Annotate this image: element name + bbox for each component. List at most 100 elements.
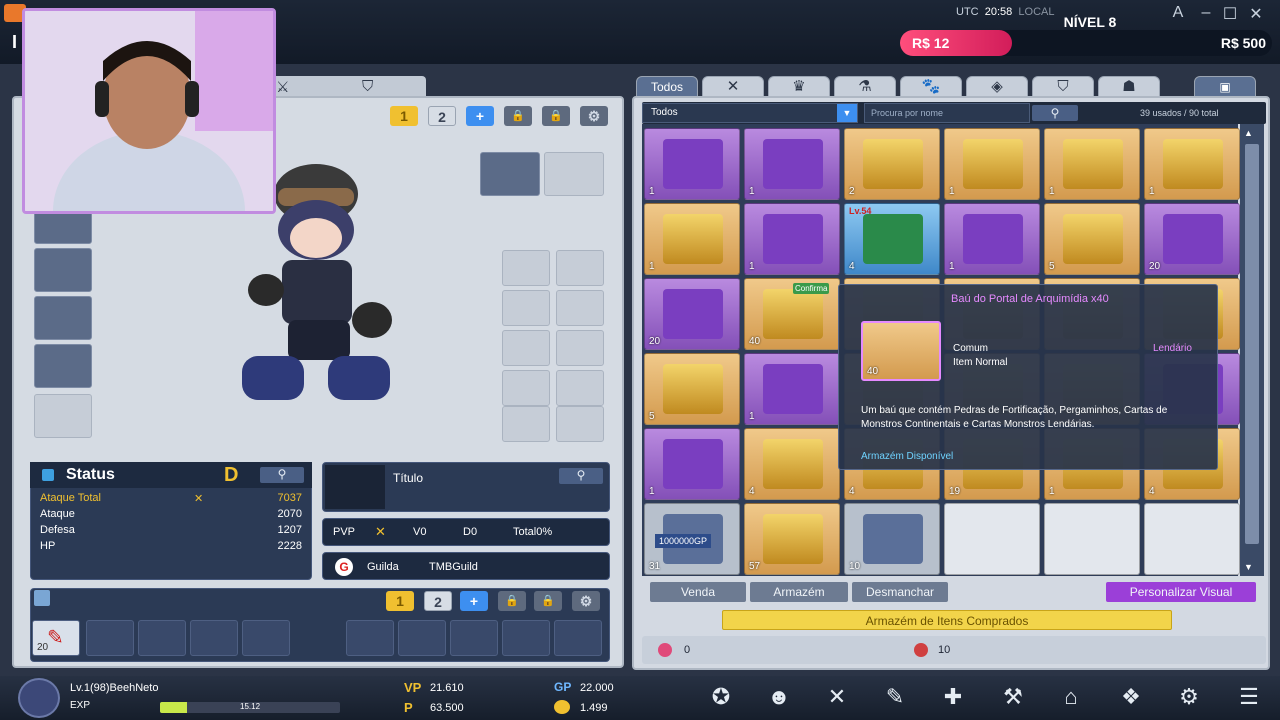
gear-icon[interactable]: ⚙ bbox=[572, 591, 600, 611]
inventory-slot[interactable]: 10 bbox=[844, 503, 940, 575]
equip-slot-gloves[interactable] bbox=[34, 296, 92, 340]
equip-page-2[interactable]: 2 bbox=[428, 106, 456, 126]
search-icon[interactable]: ⚲ bbox=[559, 468, 603, 484]
inventory-slot[interactable]: 20 bbox=[1144, 203, 1240, 275]
storage-button[interactable]: Armazém bbox=[750, 582, 848, 602]
tab-bag-icon[interactable]: ◈ bbox=[966, 76, 1028, 98]
tab-potion-icon[interactable]: ⚗ bbox=[834, 76, 896, 98]
cash-balance[interactable]: R$ 12 bbox=[900, 30, 1012, 56]
inventory-slot[interactable]: Confirma 40 bbox=[744, 278, 840, 350]
inventory-slot[interactable]: 1 bbox=[744, 128, 840, 200]
quickslot[interactable] bbox=[242, 620, 290, 656]
inventory-scrollbar[interactable]: ▲ ▼ bbox=[1240, 124, 1264, 576]
customize-visual-button[interactable]: Personalizar Visual bbox=[1106, 582, 1256, 602]
gear-icon[interactable]: ⚙ bbox=[580, 106, 608, 126]
inventory-slot[interactable]: 5 bbox=[644, 353, 740, 425]
acc-slot[interactable] bbox=[502, 330, 550, 366]
inventory-slot[interactable] bbox=[1044, 503, 1140, 575]
lock-icon[interactable]: 🔒 bbox=[534, 591, 562, 611]
inventory-slot[interactable]: 57 bbox=[744, 503, 840, 575]
quickslot[interactable] bbox=[346, 620, 394, 656]
inventory-slot[interactable]: 2 bbox=[844, 128, 940, 200]
quest-icon[interactable]: ✎ bbox=[878, 684, 912, 714]
tab-icon[interactable]: ⚔ bbox=[276, 78, 289, 96]
inventory-slot[interactable]: 1 bbox=[1044, 128, 1140, 200]
gift-icon[interactable]: ✚ bbox=[936, 684, 970, 714]
weapon-slot-2[interactable] bbox=[544, 152, 604, 196]
compass-icon[interactable]: ✪ bbox=[704, 684, 738, 714]
add-page-button[interactable]: + bbox=[466, 106, 494, 126]
inventory-slot[interactable]: 1 bbox=[744, 203, 840, 275]
inventory-slot[interactable]: 31 1000000GP bbox=[644, 503, 740, 575]
skills-icon[interactable]: ✕ bbox=[820, 684, 854, 714]
inventory-slot[interactable]: 1 bbox=[1144, 128, 1240, 200]
equip-slot-pants[interactable] bbox=[34, 248, 92, 292]
equip-page-1[interactable]: 1 bbox=[390, 106, 418, 126]
inventory-slot[interactable] bbox=[944, 503, 1040, 575]
acc-slot[interactable] bbox=[502, 406, 550, 442]
settings-icon[interactable]: ⚙ bbox=[1172, 684, 1206, 714]
lock-icon[interactable]: 🔒 bbox=[542, 106, 570, 126]
inventory-slot[interactable]: 5 bbox=[1044, 203, 1140, 275]
lock-icon[interactable]: 🔒 bbox=[504, 106, 532, 126]
tab-armor-icon[interactable]: ♛ bbox=[768, 76, 830, 98]
quickslot[interactable] bbox=[86, 620, 134, 656]
equip-slot-empty[interactable] bbox=[34, 394, 92, 438]
quickslot[interactable] bbox=[138, 620, 186, 656]
disassemble-button[interactable]: Desmanchar bbox=[852, 582, 948, 602]
book-icon[interactable]: ❖ bbox=[1114, 684, 1148, 714]
weapon-slot[interactable] bbox=[480, 152, 540, 196]
add-page-button[interactable]: + bbox=[460, 591, 488, 611]
acc-slot[interactable] bbox=[502, 370, 550, 406]
quickslot-potion[interactable]: 20 ✎ bbox=[32, 620, 80, 656]
quickslot[interactable] bbox=[190, 620, 238, 656]
inventory-slot[interactable]: 1 bbox=[644, 128, 740, 200]
acc-slot[interactable] bbox=[502, 290, 550, 326]
inventory-slot[interactable]: 1 bbox=[944, 128, 1040, 200]
maximize-button[interactable]: ☐ bbox=[1220, 4, 1240, 24]
shield-icon[interactable]: ⛉ bbox=[362, 78, 373, 95]
acc-slot[interactable] bbox=[556, 370, 604, 406]
inventory-slot[interactable]: 1 bbox=[944, 203, 1040, 275]
shop-icon[interactable]: ⌂ bbox=[1054, 684, 1088, 714]
inventory-slot[interactable]: 4 bbox=[744, 428, 840, 500]
auction-icon[interactable]: ⚒ bbox=[996, 684, 1030, 714]
search-input[interactable]: Procura por nome bbox=[864, 103, 1030, 123]
search-icon[interactable]: ⚲ bbox=[1032, 105, 1078, 121]
close-button[interactable]: ✕ bbox=[1246, 4, 1266, 24]
tab-shield-icon[interactable]: ⛉ bbox=[1032, 76, 1094, 98]
confirm-label[interactable]: Confirma bbox=[793, 283, 830, 294]
tab-chest-icon[interactable]: ▣ bbox=[1194, 76, 1256, 98]
inventory-slot[interactable]: Lv.54 4 bbox=[844, 203, 940, 275]
inventory-slot[interactable]: 1 bbox=[644, 203, 740, 275]
tab-weapons-icon[interactable]: ✕ bbox=[702, 76, 764, 98]
inventory-slot[interactable]: 20 bbox=[644, 278, 740, 350]
inventory-slot[interactable]: 1 bbox=[644, 428, 740, 500]
inventory-slot[interactable] bbox=[1144, 503, 1240, 575]
player-avatar[interactable] bbox=[18, 678, 60, 718]
category-select[interactable]: Todos ▼ bbox=[642, 103, 858, 123]
acc-slot[interactable] bbox=[556, 330, 604, 366]
purchased-storage-button[interactable]: Armazém de Itens Comprados bbox=[722, 610, 1172, 630]
quickslot[interactable] bbox=[554, 620, 602, 656]
quickslot-page-2[interactable]: 2 bbox=[424, 591, 452, 611]
tab-all[interactable]: Todos bbox=[636, 76, 698, 98]
quickslot[interactable] bbox=[450, 620, 498, 656]
tab-turtle-icon[interactable]: ☗ bbox=[1098, 76, 1160, 98]
font-size-button[interactable]: A bbox=[1168, 4, 1188, 22]
acc-slot[interactable] bbox=[556, 406, 604, 442]
character-icon[interactable]: ☻ bbox=[762, 684, 796, 714]
quickslot-page-1[interactable]: 1 bbox=[386, 591, 414, 611]
quickslot[interactable] bbox=[502, 620, 550, 656]
minimize-button[interactable]: – bbox=[1196, 4, 1216, 22]
search-icon[interactable]: ⚲ bbox=[260, 467, 304, 483]
tab-pet-icon[interactable]: 🐾 bbox=[900, 76, 962, 98]
acc-slot[interactable] bbox=[556, 290, 604, 326]
title-icon-slot[interactable] bbox=[325, 465, 385, 509]
acc-slot[interactable] bbox=[502, 250, 550, 286]
inventory-slot[interactable]: 1 bbox=[744, 353, 840, 425]
acc-slot[interactable] bbox=[556, 250, 604, 286]
menu-icon[interactable]: ☰ bbox=[1232, 684, 1266, 714]
equip-slot-shoes[interactable] bbox=[34, 344, 92, 388]
lock-icon[interactable]: 🔒 bbox=[498, 591, 526, 611]
